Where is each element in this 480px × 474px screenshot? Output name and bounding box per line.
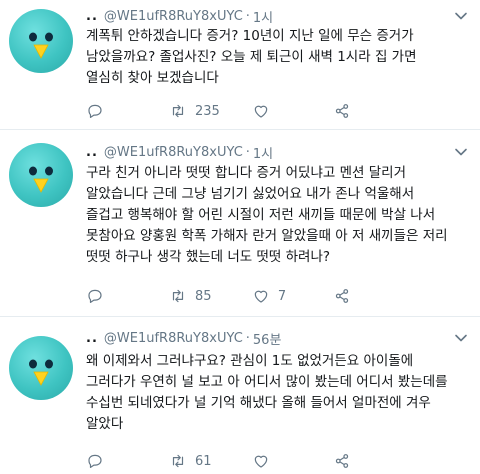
heart-icon [254, 105, 268, 118]
chevron-down-icon[interactable] [454, 331, 468, 345]
retweet-count: 61 [194, 453, 212, 469]
reply-button[interactable] [86, 287, 169, 305]
heart-icon [254, 455, 268, 468]
tweet-line: 알았습니다 근데 그냥 넘기기 싫었어요 내가 존나 억울해서 [86, 186, 415, 202]
retweet-count: 85 [194, 288, 212, 304]
tweet[interactable]: .. @WE1ufR8RuY8xUYC · 1시 구라 친거 아니라 떳떳 합니… [0, 131, 480, 317]
retweet-icon [172, 289, 184, 303]
share-button[interactable] [333, 102, 416, 120]
tweet-header: .. @WE1ufR8RuY8xUYC · 1시 [86, 6, 273, 26]
chevron-down-icon[interactable] [454, 145, 468, 159]
tweet-line: 즐겁고 행복해야 할 어린 시절이 저런 새끼들 때문에 박살 나서 [86, 207, 436, 223]
handle[interactable]: @WE1ufR8RuY8xUYC [104, 9, 243, 24]
share-icon [335, 454, 349, 468]
tweet[interactable]: .. @WE1ufR8RuY8xUYC · 1시 계폭튀 안하겠습니다 증거? … [0, 0, 480, 130]
tweet-actions: 85 7 [86, 286, 416, 306]
tweet-line: 열심히 찾아 보겠습니다 [86, 70, 219, 86]
heart-icon [254, 290, 268, 303]
bird-egg-icon [29, 32, 53, 59]
like-button[interactable] [252, 102, 333, 120]
reply-icon [88, 104, 102, 118]
tweet-line: 수십번 되네였다가 널 기억 해냈다 올해 들어서 얼마전에 겨우 [86, 395, 431, 411]
tweet-actions: 235 [86, 101, 416, 121]
timestamp[interactable]: 1시 [253, 7, 273, 26]
tweet-line: 떳떳 하구나 생각 했는데 너도 떳떳 하려나? [86, 249, 331, 265]
display-name[interactable]: .. [86, 145, 98, 160]
handle[interactable]: @WE1ufR8RuY8xUYC [104, 145, 243, 160]
display-name[interactable]: .. [86, 331, 98, 346]
separator: · [245, 8, 250, 24]
tweet-actions: 61 [86, 451, 416, 471]
retweet-button[interactable]: 85 [169, 287, 252, 305]
tweet-line: 남았을까요? 졸업사진? 오늘 제 퇴근이 새벽 1시라 집 가면 [86, 49, 417, 65]
tweet-header: .. @WE1ufR8RuY8xUYC · 1시 [86, 142, 273, 162]
retweet-icon [172, 104, 184, 118]
avatar[interactable] [9, 143, 73, 207]
avatar[interactable] [9, 9, 73, 73]
reply-icon [88, 289, 102, 303]
tweet-text: 왜 이제와서 그러냐구요? 관심이 1도 없었거든요 아이돌에 그러다가 우연히… [86, 351, 466, 435]
bird-egg-icon [29, 359, 53, 386]
reply-button[interactable] [86, 452, 169, 470]
share-icon [335, 104, 349, 118]
tweet[interactable]: .. @WE1ufR8RuY8xUYC · 56분 왜 이제와서 그러냐구요? … [0, 318, 480, 474]
bird-egg-icon [29, 166, 53, 193]
timestamp[interactable]: 1시 [253, 143, 273, 162]
tweet-line: 왜 이제와서 그러냐구요? 관심이 1도 없었거든요 아이돌에 [86, 353, 414, 369]
reply-icon [88, 454, 102, 468]
retweet-icon [172, 454, 184, 468]
separator: · [245, 330, 250, 346]
tweet-text: 계폭튀 안하겠습니다 증거? 10년이 지난 일에 무슨 증거가 남았을까요? … [86, 26, 466, 89]
retweet-button[interactable]: 235 [169, 102, 252, 120]
tweet-text: 구라 친거 아니라 떳떳 합니다 증거 어딨냐고 멘션 달리거 알았습니다 근데… [86, 163, 466, 268]
display-name[interactable]: .. [86, 9, 98, 24]
tweet-line: 구라 친거 아니라 떳떳 합니다 증거 어딨냐고 멘션 달리거 [86, 165, 406, 181]
tweet-line: 알았다 [86, 416, 124, 432]
chevron-down-icon[interactable] [454, 9, 468, 23]
avatar[interactable] [9, 336, 73, 400]
retweet-count: 235 [194, 103, 220, 119]
tweet-line: 못참아요 양홍원 학폭 가해자 란거 알았을때 아 저 새끼들은 저리 [86, 228, 448, 244]
share-button[interactable] [333, 287, 416, 305]
share-button[interactable] [333, 452, 416, 470]
retweet-button[interactable]: 61 [169, 452, 252, 470]
reply-button[interactable] [86, 102, 169, 120]
like-button[interactable] [252, 452, 333, 470]
share-icon [335, 289, 349, 303]
tweet-header: .. @WE1ufR8RuY8xUYC · 56분 [86, 328, 281, 348]
like-button[interactable]: 7 [252, 287, 333, 305]
tweet-line: 그러다가 우연히 널 보고 아 어디서 많이 봤는데 어디서 봤는데를 [86, 374, 448, 390]
separator: · [245, 144, 250, 160]
handle[interactable]: @WE1ufR8RuY8xUYC [104, 331, 243, 346]
tweet-line: 계폭튀 안하겠습니다 증거? 10년이 지난 일에 무슨 증거가 [86, 28, 414, 44]
timestamp[interactable]: 56분 [253, 329, 282, 348]
like-count: 7 [277, 288, 287, 304]
